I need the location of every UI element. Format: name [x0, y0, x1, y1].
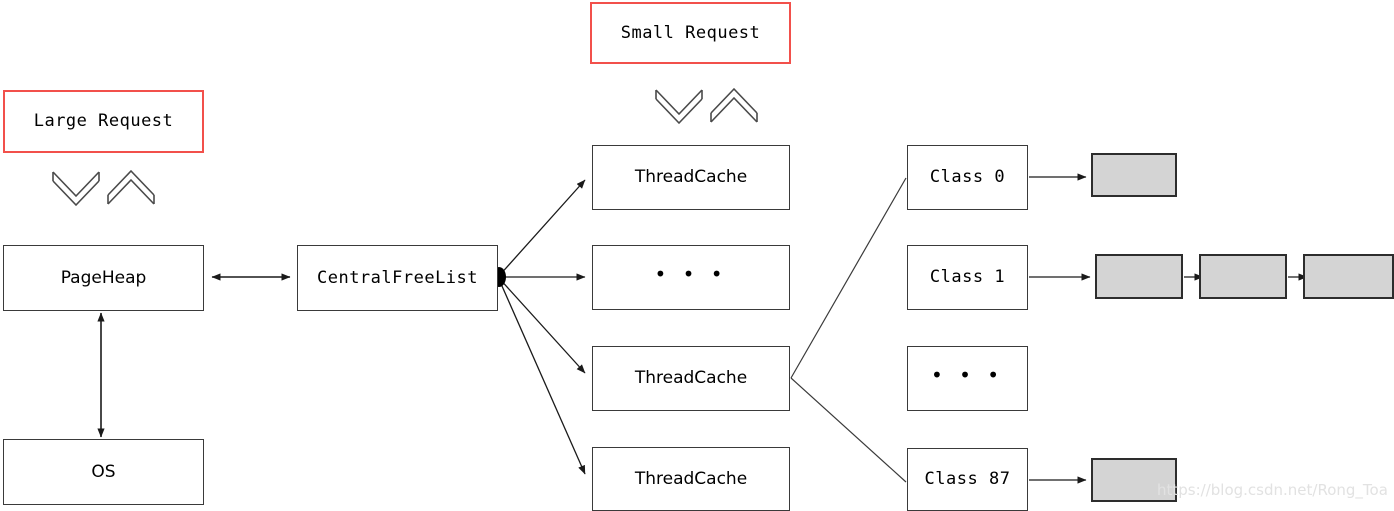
- edge-threadcache-class87: [790, 377, 907, 483]
- edge-cfl-threadcache-1: [497, 179, 586, 278]
- watermark: https://blog.csdn.net/Rong_Toa: [1157, 481, 1388, 499]
- edge-group-threadcache-classes: [790, 177, 907, 483]
- chevron-down-icon-large: [52, 171, 100, 207]
- free-block-class1-3[interactable]: [1303, 254, 1394, 299]
- node-os[interactable]: OS: [3, 439, 204, 505]
- free-block-class0-1[interactable]: [1091, 153, 1177, 197]
- node-class-1[interactable]: Class 1: [907, 245, 1028, 310]
- node-large-request[interactable]: Large Request: [3, 90, 204, 153]
- chevron-up-icon-large: [107, 169, 155, 205]
- edge-group-centralfreelist-threadcaches: [492, 179, 586, 475]
- edge-cfl-threadcache-4: [497, 276, 586, 475]
- node-thread-cache-4[interactable]: ThreadCache: [592, 447, 790, 511]
- os-label: OS: [91, 461, 116, 482]
- node-page-heap[interactable]: PageHeap: [3, 245, 204, 311]
- large-request-label: Large Request: [33, 111, 174, 131]
- edge-cfl-threadcache-3: [497, 276, 586, 374]
- page-heap-label: PageHeap: [60, 267, 147, 288]
- thread-cache-4-label: ThreadCache: [634, 468, 748, 489]
- node-thread-cache-ellipsis[interactable]: • • •: [592, 245, 790, 310]
- thread-cache-3-label: ThreadCache: [634, 368, 748, 388]
- node-class-87[interactable]: Class 87: [907, 448, 1028, 511]
- chevron-down-icon-small: [655, 89, 703, 125]
- small-request-label: Small Request: [620, 22, 761, 43]
- node-thread-cache-3[interactable]: ThreadCache: [592, 346, 790, 411]
- node-small-request[interactable]: Small Request: [590, 2, 791, 64]
- chevron-up-icon-small: [710, 87, 758, 123]
- class-0-label: Class 0: [929, 167, 1006, 187]
- edge-threadcache-class0: [790, 177, 907, 379]
- node-class-0[interactable]: Class 0: [907, 145, 1028, 210]
- class-1-label: Class 1: [929, 267, 1006, 287]
- node-central-free-list[interactable]: CentralFreeList: [297, 245, 498, 311]
- thread-cache-ellipsis-label: • • •: [654, 261, 728, 286]
- class-87-label: Class 87: [924, 469, 1011, 489]
- thread-cache-1-label: ThreadCache: [634, 167, 748, 187]
- node-thread-cache-1[interactable]: ThreadCache: [592, 145, 790, 210]
- free-block-class1-2[interactable]: [1199, 254, 1287, 299]
- diagram-canvas: Large Request Small Request PageHeap OS …: [0, 0, 1394, 511]
- free-block-class1-1[interactable]: [1095, 254, 1183, 299]
- node-class-ellipsis[interactable]: • • •: [907, 346, 1028, 411]
- central-free-list-label: CentralFreeList: [316, 267, 479, 288]
- class-ellipsis-label: • • •: [930, 362, 1005, 387]
